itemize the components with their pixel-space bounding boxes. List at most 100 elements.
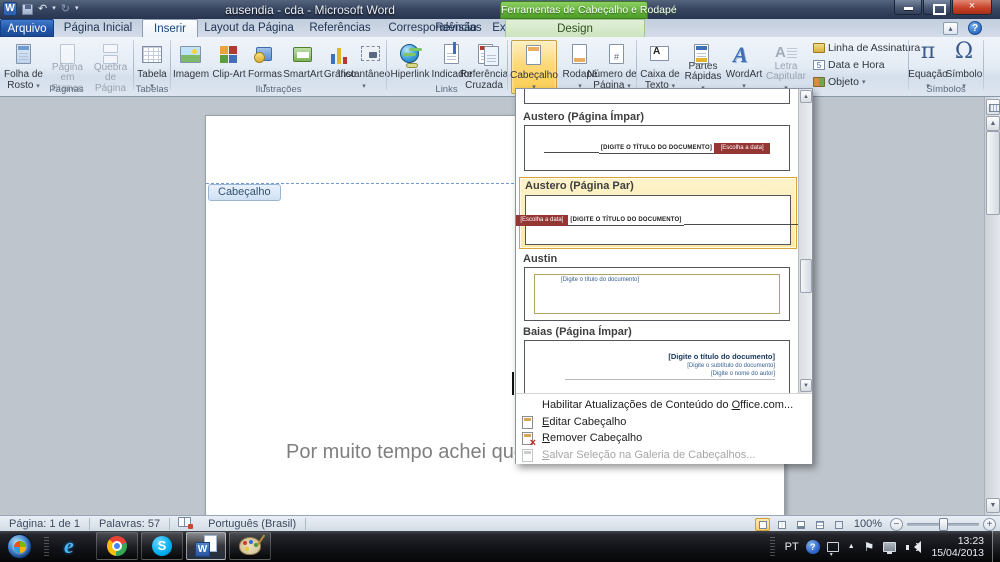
tab-inserir[interactable]: Inserir: [142, 19, 198, 37]
fullscreen-reading-view-button[interactable]: [774, 518, 789, 531]
preview-subtitle: [Digite o subtítulo do documento]: [687, 363, 775, 369]
undo-icon[interactable]: ↶: [38, 2, 47, 16]
scroll-thumb[interactable]: [986, 131, 1000, 215]
hidden-icons-chevron[interactable]: ▲: [843, 543, 860, 550]
menu-item-save-selection-to-gallery[interactable]: Salvar Seleção na Galeria de Cabeçalhos.…: [516, 447, 812, 464]
skype-taskbar-button[interactable]: S: [141, 532, 183, 560]
action-center-flag-icon[interactable]: ⚑: [860, 540, 879, 554]
group-paginas: Folha de Rosto ▾ Página em Branco Quebra…: [0, 39, 133, 95]
help-tray-icon[interactable]: ?: [805, 539, 820, 554]
language-tray-indicator[interactable]: PT: [781, 541, 803, 553]
page-number-button[interactable]: # Número de Página ▾: [587, 40, 637, 94]
table-icon: [139, 42, 165, 68]
tab-pagina-inicial[interactable]: Página Inicial: [54, 19, 142, 37]
ruler-toggle-button[interactable]: [986, 99, 1000, 115]
chrome-taskbar-button[interactable]: [96, 532, 138, 560]
zoom-slider[interactable]: [907, 517, 979, 531]
page-number-icon: #: [604, 42, 630, 68]
zoom-out-icon[interactable]: −: [890, 517, 903, 531]
taskbar-grip: [44, 537, 49, 556]
page-break-icon: [98, 42, 124, 64]
wordart-button[interactable]: A WordArt ▾: [725, 40, 763, 94]
scroll-down-button[interactable]: ▼: [986, 498, 1000, 513]
draft-view-button[interactable]: [831, 518, 846, 531]
gallery-scroll-up-button[interactable]: ▲: [800, 90, 812, 103]
gallery-scroll-thumb[interactable]: [800, 259, 812, 293]
zoom-level[interactable]: 100%: [850, 518, 886, 530]
text-box-button[interactable]: Caixa de Texto ▾: [639, 40, 681, 94]
taskbar: e S W PT ? ▲ ⚑ 13:23 15/04/2013: [0, 531, 1000, 562]
preview-rule: [565, 379, 775, 380]
print-layout-view-button[interactable]: [754, 517, 770, 531]
page-count-indicator[interactable]: Página: 1 de 1: [0, 517, 89, 532]
scroll-up-button[interactable]: ▲: [986, 116, 1000, 131]
tray-app-icon[interactable]: [826, 541, 839, 558]
hyperlink-globe-icon: [397, 42, 423, 68]
object-icon: [813, 77, 825, 87]
web-layout-view-button[interactable]: [793, 518, 808, 531]
language-indicator[interactable]: Português (Brasil): [199, 517, 305, 532]
zoom-slider-thumb[interactable]: [939, 517, 948, 531]
word-count-indicator[interactable]: Palavras: 57: [90, 517, 169, 532]
edit-header-icon: [522, 415, 533, 429]
header-button[interactable]: Cabeçalho ▾: [510, 40, 558, 94]
gallery-item-austero-par-selected[interactable]: Austero (Página Par) [Escolha a data] [D…: [516, 177, 804, 249]
clipart-icon: [216, 42, 242, 68]
tab-referencias[interactable]: Referências: [300, 19, 380, 37]
undo-dropdown-icon[interactable]: ▾: [52, 2, 56, 16]
clock[interactable]: 13:23 15/04/2013: [925, 535, 992, 559]
quick-parts-button[interactable]: Partes Rápidas ▾: [683, 40, 723, 94]
date-time-icon: 5: [813, 60, 825, 70]
tab-layout-da-pagina[interactable]: Layout da Página: [198, 19, 300, 37]
word-taskbar-button[interactable]: W: [186, 532, 226, 560]
menu-item-edit-header[interactable]: Editar Cabeçalho: [516, 414, 812, 431]
internet-explorer-icon[interactable]: e: [64, 534, 74, 558]
paint-icon: [239, 534, 266, 555]
vertical-scrollbar[interactable]: ▲ ▼: [984, 97, 1000, 515]
gallery-item-austero-impar[interactable]: [DIGITE O TÍTULO DO DOCUMENTO] [Escolha …: [524, 125, 790, 171]
proofing-error-icon[interactable]: [178, 516, 194, 529]
paint-taskbar-button[interactable]: [229, 532, 271, 560]
tab-arquivo[interactable]: Arquivo: [0, 19, 54, 37]
tray-time: 13:23: [957, 534, 984, 547]
preview-rule: [683, 223, 804, 225]
network-icon[interactable]: [883, 541, 897, 554]
maximize-button[interactable]: [923, 0, 951, 15]
close-button[interactable]: ×: [952, 0, 992, 15]
gallery-item-name: Austin: [523, 253, 558, 265]
menu-item-enable-office-updates[interactable]: Habilitar Atualizações de Conteúdo do Of…: [516, 397, 812, 414]
object-button[interactable]: Objeto ▾: [813, 76, 865, 88]
gallery-item-partial-preview[interactable]: [524, 89, 790, 104]
word-logo-icon[interactable]: W: [3, 2, 17, 16]
gallery-scroll-down-button[interactable]: ▼: [800, 379, 812, 392]
group-tabelas: Tabela ▾ Tabelas: [134, 39, 170, 95]
tab-design[interactable]: Design: [505, 19, 645, 37]
zoom-in-icon[interactable]: +: [983, 517, 996, 531]
word-application-window: W ↶ ▾ ↻ ▾ ausendia - cda - Microsoft Wor…: [0, 0, 1000, 562]
outline-view-button[interactable]: [812, 518, 827, 531]
header-gallery-dropdown: Austero (Página Ímpar) [DIGITE O TÍTULO …: [515, 88, 813, 464]
gallery-item-baias[interactable]: [Digite o título do documento] [Digite o…: [524, 340, 790, 393]
group-cabecalho-rodape: Cabeçalho ▾ Rodapé ▾ # Número de Página ▾: [508, 39, 637, 95]
minimize-button[interactable]: [894, 0, 922, 15]
menu-item-remove-header[interactable]: × Remover Cabeçalho: [516, 430, 812, 449]
collapse-ribbon-icon[interactable]: ▴: [943, 22, 958, 35]
show-desktop-button[interactable]: [992, 531, 1000, 562]
tab-revisao[interactable]: Revisão: [427, 19, 485, 37]
drop-cap-button[interactable]: A Letra Capitular ▾: [765, 40, 807, 94]
gallery-item-austin[interactable]: [Digite o título do documento]: [524, 267, 790, 321]
save-icon[interactable]: [22, 3, 33, 15]
redo-icon[interactable]: ↻: [61, 2, 70, 16]
date-time-button[interactable]: 5 Data e Hora: [813, 59, 885, 71]
start-button[interactable]: [7, 534, 32, 559]
chrome-icon: [107, 536, 127, 556]
group-links: Hiperlink Indicador Referência Cruzada L…: [387, 39, 508, 95]
gallery-scrollbar[interactable]: ▲ ▼: [798, 89, 812, 393]
chart-icon: [327, 42, 353, 68]
cover-page-icon: [11, 42, 37, 68]
qat-customize-icon[interactable]: ▾: [75, 2, 79, 16]
header-gallery: Austero (Página Ímpar) [DIGITE O TÍTULO …: [516, 89, 812, 393]
group-ilustracoes: Imagem Clip-Art Formas ▾ SmartArt Gráfico…: [171, 39, 390, 95]
help-icon[interactable]: ?: [968, 21, 982, 35]
volume-icon[interactable]: [906, 540, 922, 553]
